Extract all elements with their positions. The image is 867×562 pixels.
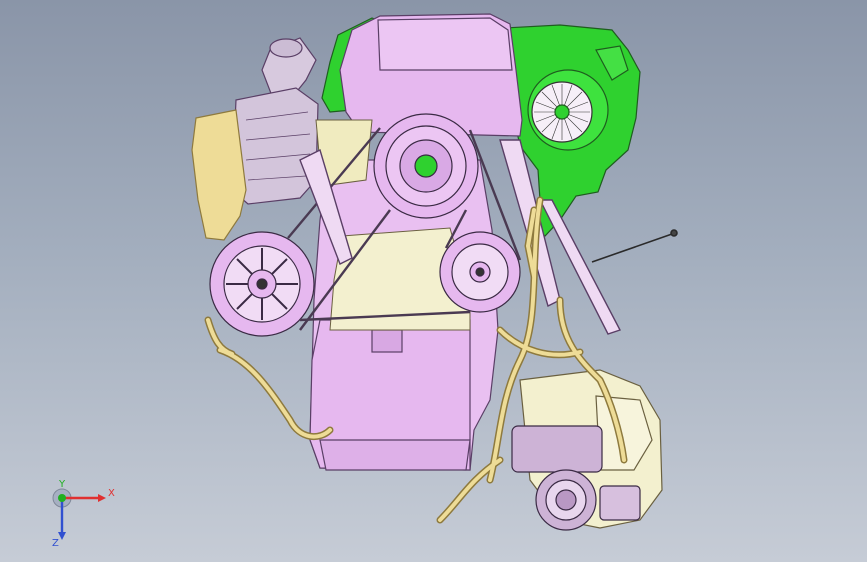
x-axis-label: X xyxy=(108,488,115,499)
shift-cable[interactable] xyxy=(591,229,678,263)
oil-pan[interactable] xyxy=(319,439,471,471)
alternator[interactable] xyxy=(209,231,315,337)
coordinate-triad: X Y Z xyxy=(40,478,120,549)
idler-pulley[interactable] xyxy=(439,231,521,313)
cad-3d-viewport[interactable]: X Y Z xyxy=(0,0,867,562)
y-axis-dot xyxy=(58,494,66,502)
z-axis-label: Z xyxy=(52,538,59,548)
engine-assembly-model[interactable] xyxy=(0,0,867,562)
heat-shield[interactable] xyxy=(191,109,247,241)
y-axis-label: Y xyxy=(58,479,66,490)
crankshaft-pulley[interactable] xyxy=(373,113,479,219)
x-axis-arrowhead xyxy=(98,494,106,502)
z-axis-arrowhead xyxy=(58,532,66,540)
